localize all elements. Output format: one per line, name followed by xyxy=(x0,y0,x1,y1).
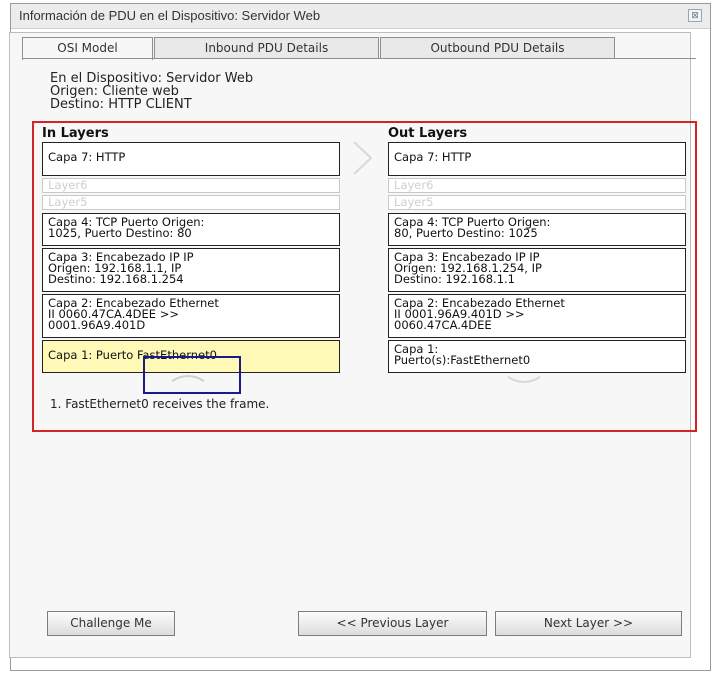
out-layer-3[interactable]: Capa 3: Encabezado IP IP Origen: 192.168… xyxy=(388,248,686,292)
direction-arrow-icon xyxy=(353,141,373,175)
out-layer-5: Layer5 xyxy=(388,195,686,210)
tab-inbound-pdu-details[interactable]: Inbound PDU Details xyxy=(154,37,379,59)
in-layer-5: Layer5 xyxy=(42,195,340,210)
out-layers-header: Out Layers xyxy=(388,126,468,141)
in-layer-6: Layer6 xyxy=(42,178,340,193)
title-bar[interactable]: Información de PDU en el Dispositivo: Se… xyxy=(11,4,710,29)
challenge-me-button[interactable]: Challenge Me xyxy=(47,611,175,636)
next-layer-button[interactable]: Next Layer >> xyxy=(495,611,682,636)
close-icon: ⊠ xyxy=(691,11,699,21)
status-message: 1. FastEthernet0 receives the frame. xyxy=(50,397,270,411)
device-ghost-icon-out xyxy=(507,376,541,383)
out-layer-7[interactable]: Capa 7: HTTP xyxy=(388,142,686,176)
tab-osi-model[interactable]: OSI Model xyxy=(22,37,153,60)
in-layers-header: In Layers xyxy=(42,126,109,141)
previous-layer-button[interactable]: << Previous Layer xyxy=(298,611,487,636)
close-button[interactable]: ⊠ xyxy=(688,9,702,22)
tab-outbound-pdu-details[interactable]: Outbound PDU Details xyxy=(380,37,615,59)
out-layer-2[interactable]: Capa 2: Encabezado Ethernet II 0001.96A9… xyxy=(388,294,686,338)
out-layer-1[interactable]: Capa 1: Puerto(s):FastEthernet0 xyxy=(388,340,686,373)
out-layer-4[interactable]: Capa 4: TCP Puerto Origen: 80, Puerto De… xyxy=(388,213,686,246)
out-layer-6: Layer6 xyxy=(388,178,686,193)
destination-info: Destino: HTTP CLIENT xyxy=(50,97,192,112)
in-layer-2[interactable]: Capa 2: Encabezado Ethernet II 0060.47CA… xyxy=(42,294,340,338)
focus-indicator-box xyxy=(143,356,241,394)
in-layer-3[interactable]: Capa 3: Encabezado IP IP Origen: 192.168… xyxy=(42,248,340,292)
in-layer-4[interactable]: Capa 4: TCP Puerto Origen: 1025, Puerto … xyxy=(42,213,340,246)
in-layer-7[interactable]: Capa 7: HTTP xyxy=(42,142,340,176)
window-title: Información de PDU en el Dispositivo: Se… xyxy=(19,8,321,23)
